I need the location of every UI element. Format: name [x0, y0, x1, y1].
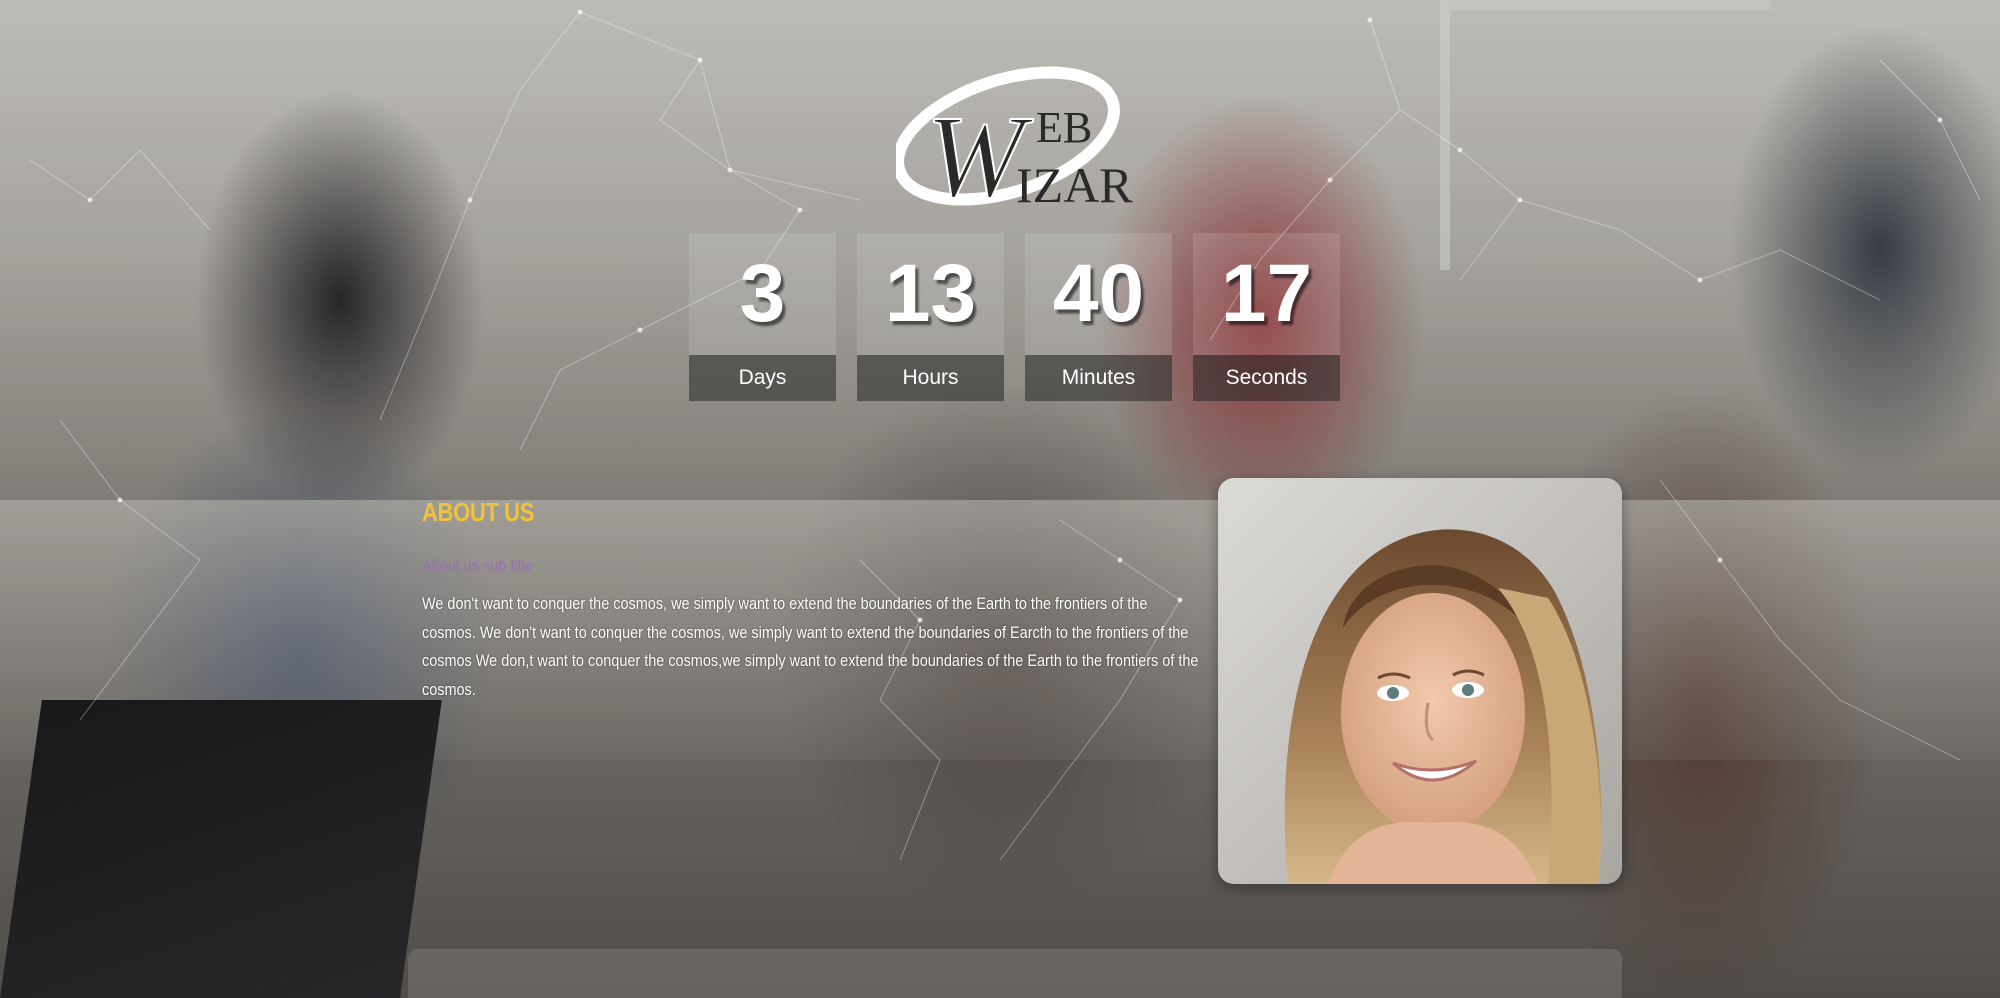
- about-text: We don't want to conquer the cosmos, we …: [422, 594, 1199, 699]
- countdown-timer: 3 Days 13 Hours 40 Minutes 17 Seconds: [689, 233, 1340, 401]
- about-title: ABOUT US: [422, 497, 535, 527]
- countdown-hours-label: Hours: [857, 355, 1004, 401]
- landing-page: W EB IZAR 3 Days 13 Hours 40 Minutes 17 …: [0, 0, 2000, 998]
- about-section: ABOUT US About us sub title We don't wan…: [422, 497, 1202, 704]
- countdown-hours-value: 13: [857, 233, 1004, 355]
- countdown-hours: 13 Hours: [857, 233, 1004, 401]
- countdown-minutes: 40 Minutes: [1025, 233, 1172, 401]
- about-subtitle: About us sub title: [422, 556, 533, 575]
- bottom-panel: [408, 949, 1622, 998]
- countdown-days-label: Days: [689, 355, 836, 401]
- logo-letters-izar: IZAR: [1016, 157, 1133, 213]
- webwizar-logo[interactable]: W EB IZAR: [892, 56, 1136, 223]
- countdown-days-value: 3: [689, 233, 836, 355]
- about-portrait-image: [1218, 478, 1622, 884]
- countdown-seconds: 17 Seconds: [1193, 233, 1340, 401]
- countdown-days: 3 Days: [689, 233, 836, 401]
- logo-letters-eb: EB: [1036, 103, 1092, 152]
- countdown-minutes-value: 40: [1025, 233, 1172, 355]
- countdown-minutes-label: Minutes: [1025, 355, 1172, 401]
- countdown-seconds-value: 17: [1193, 233, 1340, 355]
- countdown-seconds-label: Seconds: [1193, 355, 1340, 401]
